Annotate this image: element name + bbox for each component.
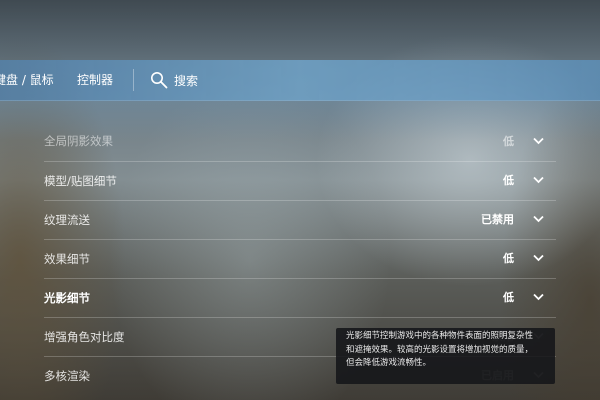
setting-value: 低 bbox=[503, 252, 514, 265]
setting-row-lighting-detail[interactable]: 光影细节 低 bbox=[44, 279, 556, 318]
tooltip-line: 和遮掩效果。较高的光影设置将增加视觉的质量， bbox=[346, 344, 534, 355]
setting-label: 多核渲染 bbox=[44, 369, 90, 383]
setting-description-tooltip: 光影细节控制游戏中的各种物件表面的照明复杂性 和遮掩效果。较高的光影设置将增加视… bbox=[336, 328, 555, 384]
settings-nav-bar: 键盘 / 鼠标 控制器 搜索 bbox=[0, 60, 600, 101]
chevron-down-icon bbox=[533, 176, 544, 184]
setting-row-texture-streaming[interactable]: 纹理流送 已禁用 bbox=[44, 201, 556, 240]
setting-row-effects-detail[interactable]: 效果细节 低 bbox=[44, 240, 556, 279]
setting-row-model-texture-detail[interactable]: 模型/贴图细节 低 bbox=[44, 162, 556, 201]
setting-label: 光影细节 bbox=[44, 291, 90, 305]
chevron-down-icon bbox=[533, 293, 544, 301]
nav-divider bbox=[133, 69, 134, 91]
chevron-down-icon bbox=[533, 215, 544, 223]
setting-label: 全局阴影效果 bbox=[44, 134, 113, 148]
tab-controller[interactable]: 控制器 bbox=[77, 60, 113, 100]
setting-value: 低 bbox=[503, 174, 514, 187]
search-button[interactable]: 搜索 bbox=[150, 60, 198, 100]
tooltip-line: 但会降低游戏流畅性。 bbox=[346, 358, 432, 368]
top-bar bbox=[0, 0, 600, 60]
setting-value: 已禁用 bbox=[481, 213, 514, 226]
tooltip-line: 光影细节控制游戏中的各种物件表面的照明复杂性 bbox=[346, 331, 534, 341]
setting-label: 模型/贴图细节 bbox=[44, 174, 117, 188]
chevron-down-icon bbox=[533, 137, 544, 145]
setting-label: 纹理流送 bbox=[44, 213, 90, 227]
setting-row-global-shadow[interactable]: 全局阴影效果 低 bbox=[44, 123, 556, 162]
setting-value: 低 bbox=[503, 135, 514, 148]
chevron-down-icon bbox=[533, 254, 544, 262]
setting-label: 增强角色对比度 bbox=[44, 330, 125, 344]
tab-keyboard-mouse[interactable]: 键盘 / 鼠标 bbox=[0, 60, 54, 100]
setting-value: 低 bbox=[503, 291, 514, 304]
search-icon bbox=[151, 72, 168, 89]
search-label: 搜索 bbox=[174, 73, 199, 88]
setting-label: 效果细节 bbox=[44, 252, 90, 266]
